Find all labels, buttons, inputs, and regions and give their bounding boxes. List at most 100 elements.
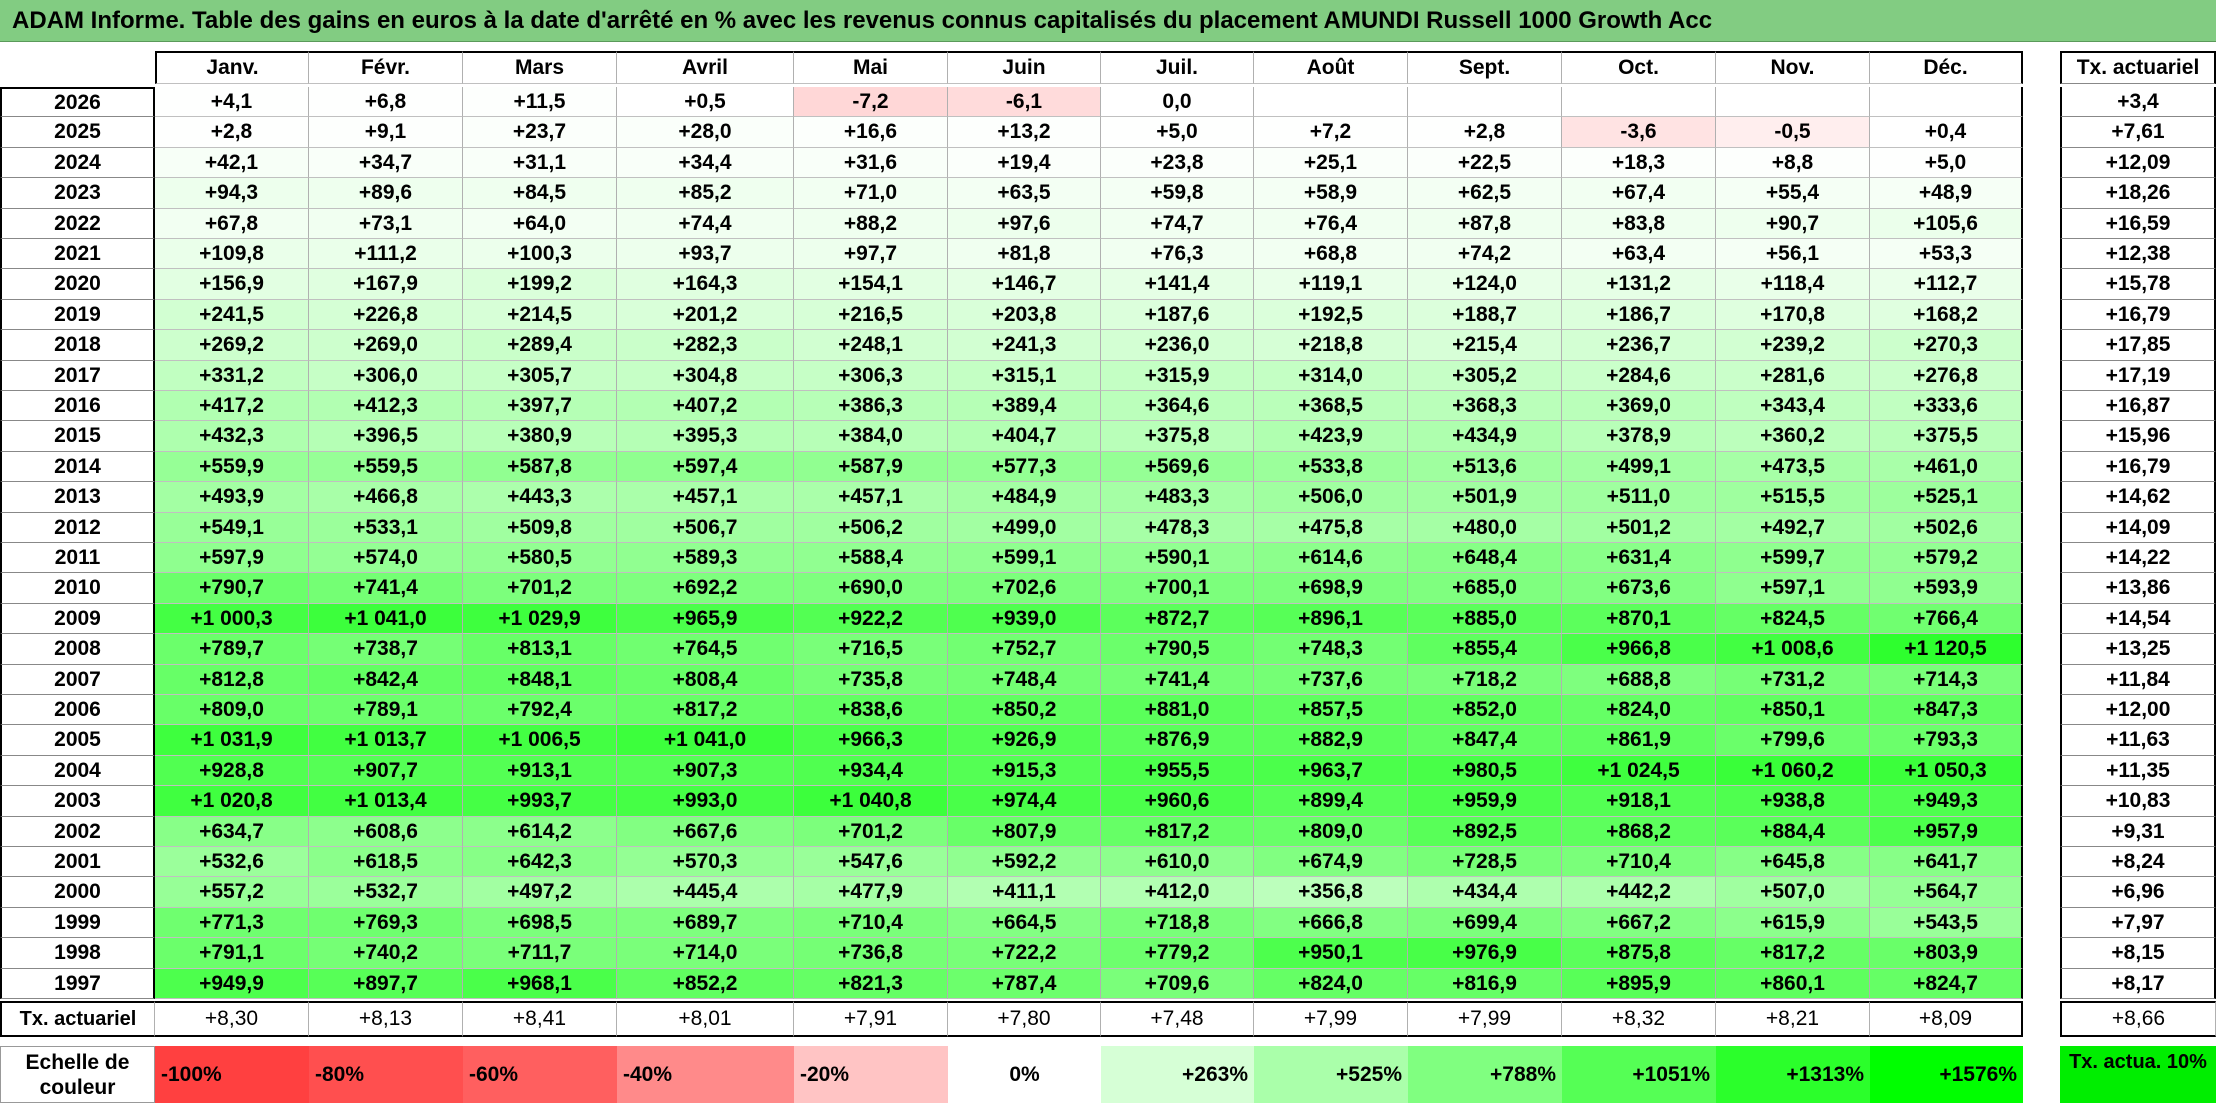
table-cell: +483,3 <box>1101 482 1254 513</box>
year-label: 2009 <box>0 604 155 634</box>
table-cell: +896,1 <box>1254 604 1408 634</box>
table-cell <box>1562 87 1716 117</box>
table-cell: +737,6 <box>1254 665 1408 695</box>
table-cell: +315,1 <box>948 361 1101 391</box>
tx-row-cell: +8,32 <box>1562 1001 1716 1037</box>
table-cell: +799,6 <box>1716 725 1870 756</box>
year-label: 1997 <box>0 969 155 999</box>
table-cell: +959,9 <box>1408 786 1562 817</box>
table-cell: +1 013,7 <box>309 725 463 756</box>
table-cell: +214,5 <box>463 300 617 330</box>
table-cell: +88,2 <box>794 209 948 239</box>
year-label: 2021 <box>0 239 155 269</box>
table-cell: +1 031,9 <box>155 725 309 756</box>
final-rate-cell: +7,61 <box>2060 117 2216 148</box>
table-cell: +821,3 <box>794 969 948 999</box>
table-cell: +360,2 <box>1716 421 1870 452</box>
table-cell: +689,7 <box>617 908 794 938</box>
table-cell: +31,6 <box>794 148 948 178</box>
year-label: 2026 <box>0 87 155 117</box>
table-cell: +701,2 <box>463 573 617 604</box>
legend-swatch: +263% <box>1101 1046 1254 1103</box>
table-cell: +569,6 <box>1101 452 1254 482</box>
table-cell: -3,6 <box>1562 117 1716 148</box>
table-cell: +6,8 <box>309 87 463 117</box>
table-cell: +868,2 <box>1562 817 1716 847</box>
table-cell: +499,0 <box>948 513 1101 543</box>
table-cell: +368,5 <box>1254 391 1408 421</box>
tx-row-label: Tx. actuariel <box>0 1001 155 1037</box>
table-cell <box>1870 87 2023 117</box>
legend-swatch: -60% <box>463 1046 617 1103</box>
table-cell: +186,7 <box>1562 300 1716 330</box>
table-cell: +507,0 <box>1716 877 1870 908</box>
legend-label: Echelle de couleur <box>0 1046 155 1103</box>
table-cell: +667,6 <box>617 817 794 847</box>
year-label: 2025 <box>0 117 155 148</box>
year-label: 2008 <box>0 634 155 665</box>
table-cell: +787,4 <box>948 969 1101 999</box>
table-cell: +1 024,5 <box>1562 756 1716 786</box>
table-cell: +593,9 <box>1870 573 2023 604</box>
table-cell: +966,3 <box>794 725 948 756</box>
final-rate-cell: +12,09 <box>2060 148 2216 178</box>
table-cell: +477,9 <box>794 877 948 908</box>
table-cell: +1 060,2 <box>1716 756 1870 786</box>
year-label: 2013 <box>0 482 155 513</box>
table-cell: +872,7 <box>1101 604 1254 634</box>
table-cell: +533,8 <box>1254 452 1408 482</box>
table-cell: +957,9 <box>1870 817 2023 847</box>
table-cell: +1 041,0 <box>309 604 463 634</box>
table-cell: +16,6 <box>794 117 948 148</box>
final-header: Tx. actuariel <box>2060 51 2216 84</box>
table-cell: +876,9 <box>1101 725 1254 756</box>
table-cell: +511,0 <box>1562 482 1716 513</box>
table-cell: +547,6 <box>794 847 948 877</box>
table-cell: +13,2 <box>948 117 1101 148</box>
tx-row-cell: +7,99 <box>1408 1001 1562 1037</box>
table-cell: +597,4 <box>617 452 794 482</box>
table-cell: +411,1 <box>948 877 1101 908</box>
table-cell: +701,2 <box>794 817 948 847</box>
table-cell: +73,1 <box>309 209 463 239</box>
table-cell: +270,3 <box>1870 330 2023 361</box>
table-cell: +502,6 <box>1870 513 2023 543</box>
final-rate-cell: +9,31 <box>2060 817 2216 847</box>
table-cell: +34,4 <box>617 148 794 178</box>
table-cell: +59,8 <box>1101 178 1254 209</box>
final-rate-cell: +12,38 <box>2060 239 2216 269</box>
table-cell: +791,1 <box>155 938 309 969</box>
legend-swatch: 0% <box>948 1046 1101 1103</box>
table-cell: +731,2 <box>1716 665 1870 695</box>
table-cell: +688,8 <box>1562 665 1716 695</box>
table-cell: +124,0 <box>1408 269 1562 300</box>
final-rate-cell: +16,87 <box>2060 391 2216 421</box>
table-cell: +816,9 <box>1408 969 1562 999</box>
final-rate-cell: +16,59 <box>2060 209 2216 239</box>
table-cell: +892,5 <box>1408 817 1562 847</box>
final-rate-cell: +11,35 <box>2060 756 2216 786</box>
table-cell: +966,8 <box>1562 634 1716 665</box>
table-cell: +167,9 <box>309 269 463 300</box>
table-cell: +1 050,3 <box>1870 756 2023 786</box>
month-header: Nov. <box>1716 51 1870 84</box>
table-cell: +993,7 <box>463 786 617 817</box>
table-cell: +790,5 <box>1101 634 1254 665</box>
table-cell: +97,7 <box>794 239 948 269</box>
table-cell: +764,5 <box>617 634 794 665</box>
year-label: 2015 <box>0 421 155 452</box>
table-cell: +461,0 <box>1870 452 2023 482</box>
final-rate-cell: +17,19 <box>2060 361 2216 391</box>
table-cell: +5,0 <box>1870 148 2023 178</box>
table-cell: +513,6 <box>1408 452 1562 482</box>
table-cell: +11,5 <box>463 87 617 117</box>
month-header: Janv. <box>155 51 309 84</box>
table-cell: +71,0 <box>794 178 948 209</box>
year-label: 2023 <box>0 178 155 209</box>
table-cell: +710,4 <box>1562 847 1716 877</box>
table-cell: +315,9 <box>1101 361 1254 391</box>
table-cell: +1 041,0 <box>617 725 794 756</box>
table-cell: +76,3 <box>1101 239 1254 269</box>
table-cell: +922,2 <box>794 604 948 634</box>
table-cell: +68,8 <box>1254 239 1408 269</box>
